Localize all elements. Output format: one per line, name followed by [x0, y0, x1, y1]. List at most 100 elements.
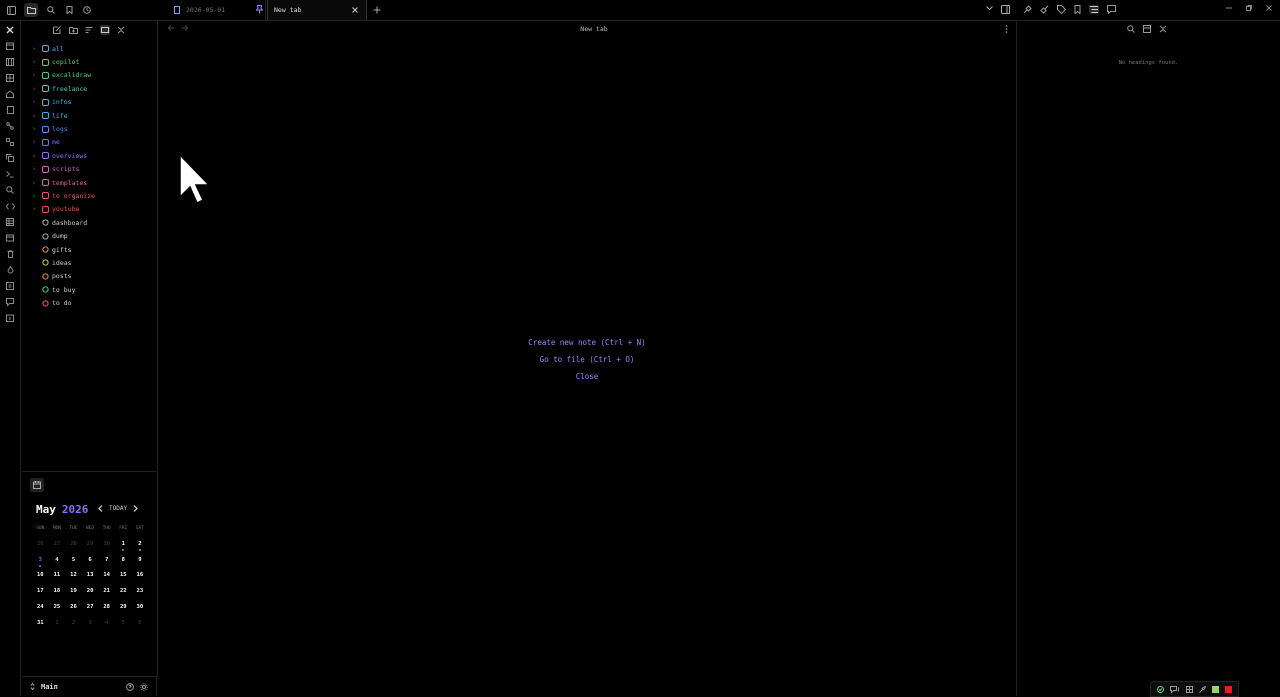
calendar-day[interactable]: 7	[98, 557, 115, 563]
chevron-right-icon[interactable]: ›	[30, 98, 38, 106]
outline-search-icon[interactable]	[1127, 25, 1135, 33]
calendar-day[interactable]: 29	[115, 604, 132, 610]
calendar-day[interactable]: 27	[49, 541, 66, 547]
archive-icon[interactable]	[5, 281, 15, 291]
chevron-right-icon[interactable]: ›	[30, 58, 38, 66]
calendar-day[interactable]: 5	[65, 557, 82, 563]
calendar-day[interactable]: 23	[132, 588, 149, 594]
file-item[interactable]: ideas	[30, 256, 95, 269]
chevron-right-icon[interactable]: ›	[30, 152, 38, 160]
today-button[interactable]: TODAY	[109, 505, 127, 512]
calendar-day[interactable]: 6	[82, 557, 99, 563]
files-tab-folder-icon[interactable]	[24, 3, 38, 17]
calendar-day-icon[interactable]	[5, 313, 15, 323]
calendar-day[interactable]: 26	[32, 541, 49, 547]
calendar-day[interactable]: 12	[65, 572, 82, 578]
calendar-day[interactable]: 2	[65, 620, 82, 626]
tab-daily-note[interactable]: 2026-05-01	[166, 0, 266, 20]
calendar-day[interactable]: 8	[115, 557, 132, 563]
file-item[interactable]: dashboard	[30, 216, 95, 229]
calendar-day[interactable]: 19	[65, 588, 82, 594]
chevron-right-icon[interactable]: ›	[30, 125, 38, 133]
calendar-day[interactable]: 29	[82, 541, 99, 547]
file-item[interactable]: posts	[30, 270, 95, 283]
close-window-icon[interactable]	[1266, 5, 1272, 11]
calendar-day[interactable]: 16	[132, 572, 149, 578]
close-link[interactable]: Close	[576, 372, 599, 381]
right-sidebar-toggle-icon[interactable]	[1001, 5, 1010, 14]
template-grid-icon[interactable]	[5, 73, 15, 83]
outgoing-links-icon[interactable]	[1040, 5, 1049, 14]
vault-name-button[interactable]: Main	[30, 683, 58, 691]
collapse-all-icon[interactable]	[116, 25, 126, 35]
chevron-right-icon[interactable]: ›	[30, 45, 38, 53]
folder-item[interactable]: › copilot	[30, 55, 95, 68]
canvas-icon[interactable]	[5, 137, 15, 147]
status-red-square[interactable]	[1225, 685, 1232, 693]
table-icon[interactable]	[5, 217, 15, 227]
calendar-day[interactable]: 13	[82, 572, 99, 578]
home-icon[interactable]	[5, 89, 15, 99]
calendar-day[interactable]: 3	[32, 557, 49, 567]
calendar-day[interactable]: 30	[132, 604, 149, 610]
folder-item[interactable]: › excalidraw	[30, 69, 95, 82]
folder-item[interactable]: › freelance	[30, 82, 95, 95]
calendar-day[interactable]: 17	[32, 588, 49, 594]
chevron-right-icon[interactable]: ›	[30, 179, 38, 187]
folder-item[interactable]: › logs	[30, 122, 95, 135]
folder-item[interactable]: › youtube	[30, 203, 95, 216]
file-item[interactable]: to buy	[30, 283, 95, 296]
restore-icon[interactable]	[1246, 5, 1252, 11]
folder-item[interactable]: › all	[30, 42, 95, 55]
calendar-day[interactable]: 9	[132, 557, 149, 563]
calendar-day[interactable]: 22	[115, 588, 132, 594]
folder-item[interactable]: › life	[30, 109, 95, 122]
prev-month-chevron-left-icon[interactable]	[98, 505, 103, 512]
tags-icon[interactable]	[1057, 5, 1066, 14]
recent-files-clock-icon[interactable]	[82, 5, 92, 15]
calendar-day[interactable]: 14	[98, 572, 115, 578]
bookmark-icon[interactable]	[64, 5, 74, 15]
minimize-icon[interactable]	[1226, 5, 1232, 11]
file-item[interactable]: to do	[30, 296, 95, 309]
calendar-day[interactable]: 24	[32, 604, 49, 610]
chevron-right-icon[interactable]: ›	[30, 165, 38, 173]
help-icon[interactable]	[126, 682, 134, 691]
daily-note-icon[interactable]	[5, 105, 15, 115]
folder-item[interactable]: › overviews	[30, 149, 95, 162]
calendar-day[interactable]: 5	[115, 620, 132, 626]
comments-icon[interactable]	[1107, 5, 1116, 14]
folder-item[interactable]: › scripts	[30, 163, 95, 176]
auto-reveal-icon[interactable]	[100, 25, 110, 35]
calendar-day[interactable]: 4	[49, 557, 66, 563]
chevron-right-icon[interactable]: ›	[30, 85, 38, 93]
new-note-icon[interactable]	[52, 25, 62, 35]
calendar-day[interactable]: 1	[49, 620, 66, 626]
folder-item[interactable]: › infos	[30, 96, 95, 109]
table-status-icon[interactable]	[1186, 685, 1193, 693]
sidebar-toggle-icon[interactable]	[6, 5, 16, 15]
kanban-icon[interactable]	[5, 57, 15, 67]
folder-item[interactable]: › templates	[30, 176, 95, 189]
calendar-day[interactable]: 25	[49, 604, 66, 610]
settings-gear-icon[interactable]	[140, 682, 148, 691]
pin-icon[interactable]	[256, 5, 263, 14]
chevron-right-icon[interactable]: ›	[30, 112, 38, 120]
calendar-icon[interactable]	[5, 41, 15, 51]
trash-icon[interactable]	[5, 249, 15, 259]
file-item[interactable]: dump	[30, 229, 95, 242]
folder-item[interactable]: › to organize	[30, 189, 95, 202]
calendar-day[interactable]: 20	[82, 588, 99, 594]
calendar-day[interactable]: 31	[32, 620, 49, 626]
calendar-day[interactable]: 28	[65, 541, 82, 547]
status-green-square[interactable]	[1212, 685, 1219, 693]
backlinks-icon[interactable]	[1023, 5, 1032, 14]
calendar-day[interactable]: 10	[32, 572, 49, 578]
form-icon[interactable]	[5, 233, 15, 243]
chevron-right-icon[interactable]: ›	[30, 192, 38, 200]
tab-new-tab[interactable]: New tab	[267, 0, 367, 20]
chevron-right-icon[interactable]: ›	[30, 138, 38, 146]
chevron-right-icon[interactable]: ›	[30, 205, 38, 213]
calendar-day[interactable]: 21	[98, 588, 115, 594]
search-tab-icon[interactable]	[46, 5, 56, 15]
